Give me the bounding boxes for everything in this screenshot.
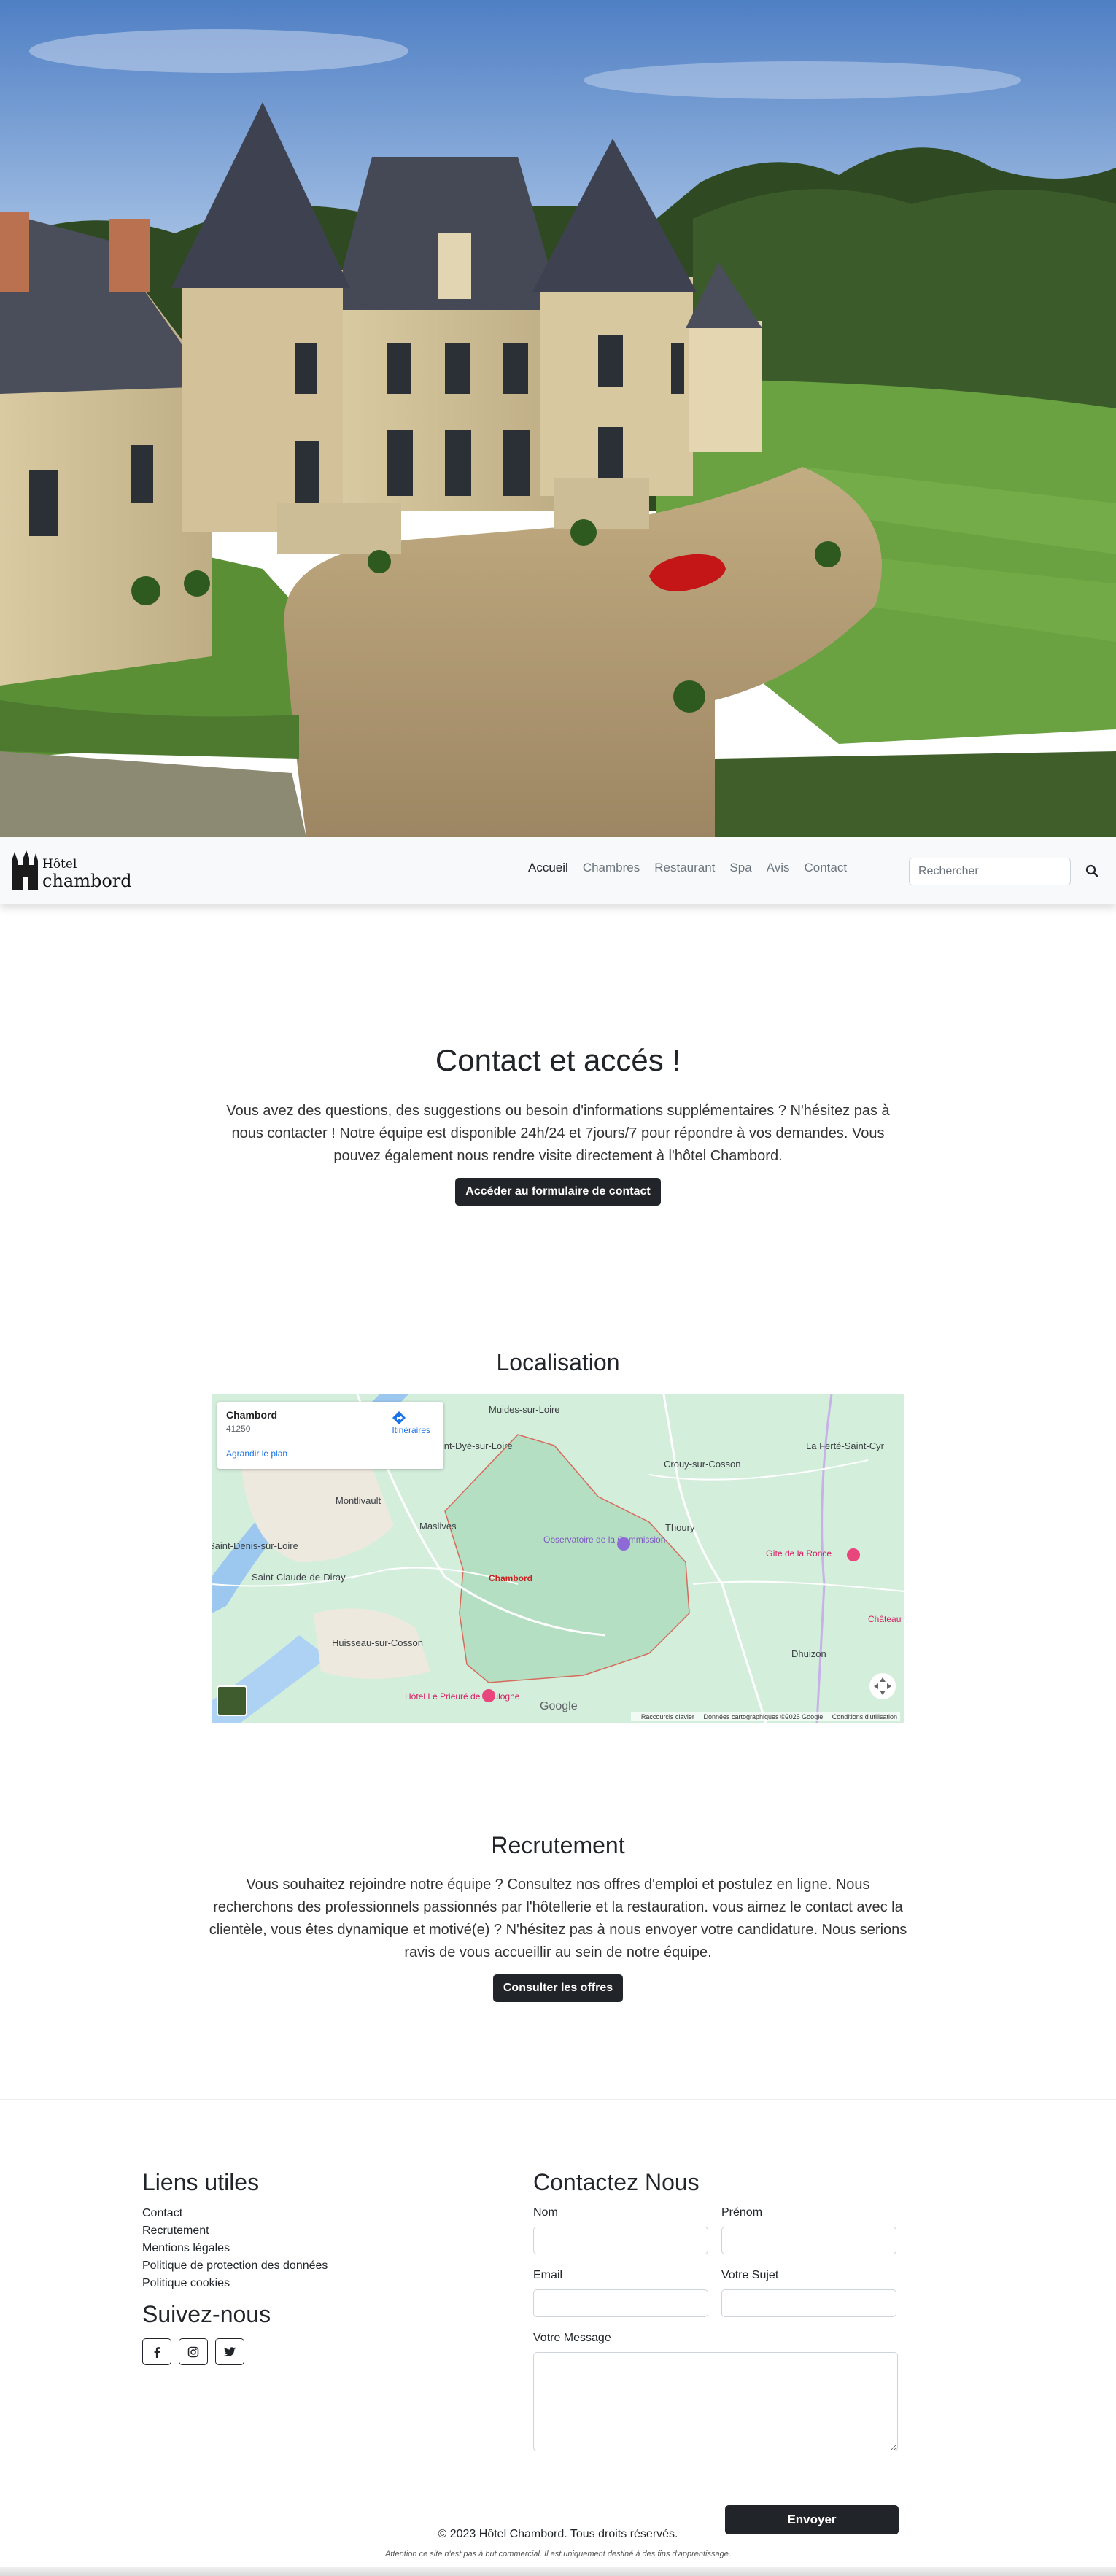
navbar: Hôtel chambord Accueil Chambres Restaura… [0,837,1116,904]
map-pan-control-icon [869,1673,896,1699]
map-label: La Ferté-Saint-Cyr [806,1440,885,1451]
map-label: Observatoire de la Commission [543,1535,665,1545]
map-label: Dhuizon [791,1648,826,1659]
map-label: Saint-Claude-de-Diray [252,1572,346,1583]
map-directions-button[interactable]: Itinéraires [392,1411,430,1435]
map-label: Maslives [419,1521,457,1532]
map-label: Gîte de la Ronce [766,1548,832,1559]
email-label: Email [533,2269,563,2281]
copyright: © 2023 Hôtel Chambord. Tous droits réser… [438,2528,678,2540]
offers-button[interactable]: Consulter les offres [492,1974,624,2002]
link-contact[interactable]: Contact [142,2207,182,2219]
link-recrutement[interactable]: Recrutement [142,2224,209,2237]
sujet-field[interactable] [721,2289,896,2317]
hotel-pin-icon [482,1689,495,1702]
footer-links-column: Liens utiles Contact Recrutement Mention… [142,2169,492,2365]
list-item: Mentions légales [142,2240,492,2257]
link-mentions-legales[interactable]: Mentions légales [142,2242,230,2254]
map-label: Muides-sur-Loire [489,1404,560,1415]
facebook-icon [154,2346,160,2358]
brand-logo[interactable]: Hôtel chambord [10,847,132,890]
link-privacy-policy[interactable]: Politique de protection des données [142,2259,328,2272]
list-item: Politique de protection des données [142,2257,492,2275]
twitter-icon [224,2346,236,2356]
links-list: Contact Recrutement Mentions légales Pol… [142,2205,492,2292]
contact-form-button[interactable]: Accéder au formulaire de contact [455,1178,661,1206]
instagram-button[interactable] [179,2338,208,2365]
castle-logo-icon [12,850,38,890]
brand-name-small: Hôtel [42,857,77,872]
localisation-section: Localisation [0,1349,1116,1376]
link-cookie-policy[interactable]: Politique cookies [142,2277,230,2289]
social-title: Suivez-nous [142,2301,271,2327]
list-item: Contact [142,2205,492,2222]
links-title: Liens utiles [142,2169,260,2195]
map-data-credit: Données cartographiques ©2025 Google [703,1713,824,1720]
prenom-field[interactable] [721,2227,896,2254]
map-label: Saint-Denis-sur-Loire [212,1540,298,1551]
search-button[interactable] [1080,859,1104,884]
list-item: Recrutement [142,2222,492,2240]
localisation-title: Localisation [496,1349,620,1376]
nav-links: Accueil Chambres Restaurant Spa Avis Con… [528,861,847,875]
email-field[interactable] [533,2289,708,2317]
map-enlarge-link[interactable]: Agrandir le plan [226,1448,435,1459]
nav-link-chambres[interactable]: Chambres [583,861,640,875]
contact-form: Contactez Nous Nom Prénom Email Votre Su… [533,2169,899,2542]
map-directions-label: Itinéraires [392,1425,430,1435]
map-terms-link[interactable]: Conditions d'utilisation [832,1713,897,1720]
map-label: Crouy-sur-Cosson [664,1459,740,1470]
recrutement-text: Vous souhaitez rejoindre notre équipe ? … [209,1877,907,1960]
social-buttons [142,2338,492,2365]
search-input[interactable] [909,858,1071,885]
map-label: Chambord [489,1573,532,1583]
map-label: Château de Chambord [868,1614,904,1624]
map-label: Hôtel Le Prieuré de Boulogne [405,1691,520,1702]
recrutement-section: Recrutement Vous souhaitez rejoindre not… [0,1832,1116,2002]
instagram-icon [187,2346,199,2357]
contact-text: Vous avez des questions, des suggestions… [226,1103,890,1164]
map-label: Thoury [665,1522,695,1533]
message-field[interactable] [533,2352,898,2451]
map-keyboard-shortcuts[interactable]: Raccourcis clavier [641,1713,694,1720]
nav-link-accueil[interactable]: Accueil [528,861,568,875]
search-icon [1085,864,1098,877]
nav-link-contact[interactable]: Contact [804,861,847,875]
nav-link-avis[interactable]: Avis [767,861,790,875]
twitter-button[interactable] [215,2338,244,2365]
form-title: Contactez Nous [533,2169,700,2195]
map-label: Montlivault [336,1495,381,1506]
footer-divider [0,2099,1116,2100]
brand-name-large: chambord [42,871,132,891]
gite-pin-icon [847,1548,860,1561]
nav-link-restaurant[interactable]: Restaurant [654,861,715,875]
disclaimer: Attention ce site n'est pas à but commer… [385,2550,731,2558]
hero-image [0,0,1116,837]
message-label: Votre Message [533,2332,611,2344]
directions-icon [392,1411,406,1424]
list-item: Politique cookies [142,2275,492,2292]
nom-label: Nom [533,2206,558,2219]
page-bottom-edge [0,2567,1116,2576]
sujet-label: Votre Sujet [721,2269,779,2281]
nav-link-spa[interactable]: Spa [729,861,751,875]
map-place-card: Chambord 41250 Agrandir le plan Itinérai… [217,1402,443,1469]
nom-field[interactable] [533,2227,708,2254]
google-logo: Google [540,1700,578,1712]
contact-section: Contact et accés ! Vous avez des questio… [0,1043,1116,1206]
map-embed[interactable]: Muides-sur-Loire Saint-Dyé-sur-Loire Mon… [212,1394,904,1723]
map-label: Huisseau-sur-Cosson [332,1637,423,1648]
prenom-label: Prénom [721,2206,763,2219]
map-layers-toggle [217,1685,247,1716]
recrutement-title: Recrutement [491,1832,625,1858]
observatory-pin-icon [617,1537,630,1551]
map-attribution: Raccourcis clavier Données cartographiqu… [630,1712,900,1721]
facebook-button[interactable] [142,2338,171,2365]
contact-title: Contact et accés ! [435,1043,681,1077]
